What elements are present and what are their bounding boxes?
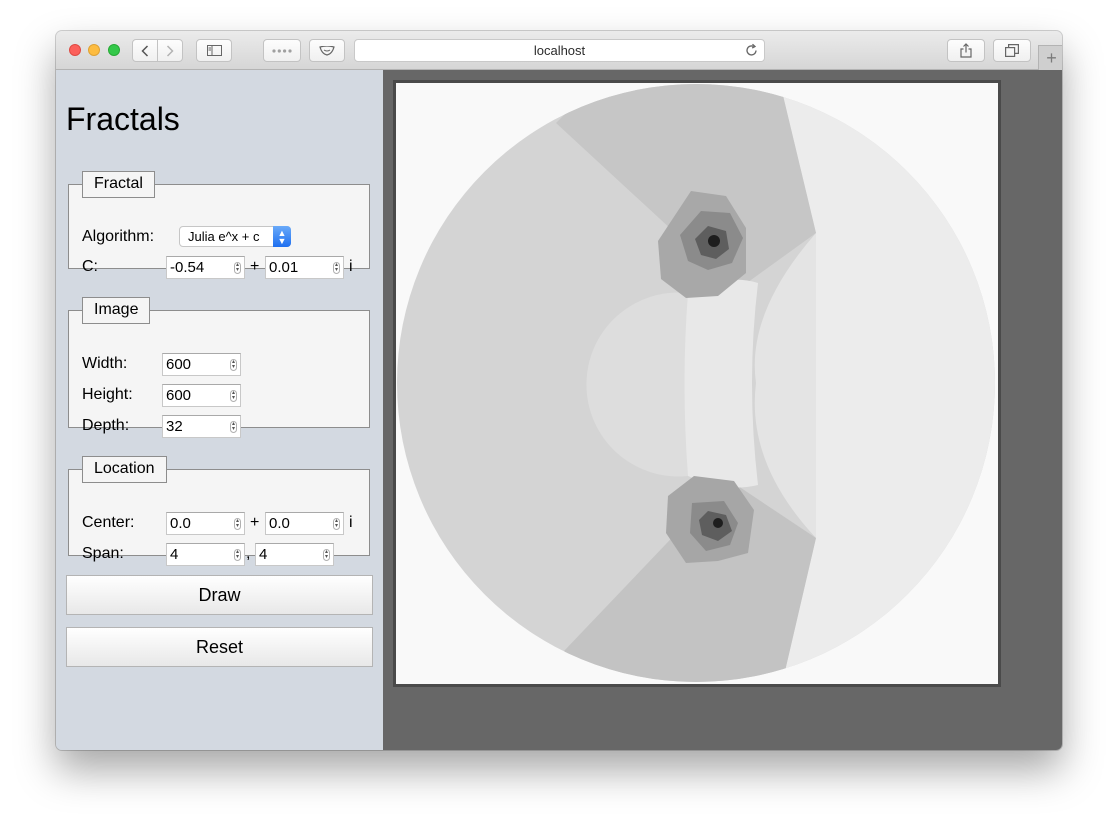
control-sidebar: Fractals Fractal Algorithm: Julia e^x + … xyxy=(56,70,383,750)
location-group: Location Center: 0.0 ▴ ▾ + 0.0 ▴ ▾ i Span:… xyxy=(68,456,370,566)
plus-sign: + xyxy=(250,258,260,275)
fractal-spiral-bottom-core xyxy=(713,518,723,528)
share-icon xyxy=(960,43,972,58)
sidebar-icon xyxy=(206,45,222,56)
algorithm-select-value: Julia e^x + c xyxy=(188,229,260,244)
c-real-input[interactable]: -0.54 ▴ ▾ xyxy=(166,256,245,279)
maximize-window-button[interactable] xyxy=(108,44,120,56)
fractal-spiral-top-core xyxy=(708,235,720,247)
depth-label: Depth: xyxy=(82,417,130,434)
plus-icon: + xyxy=(1046,47,1057,68)
imaginary-suffix: i xyxy=(349,514,353,531)
draw-button[interactable]: Draw xyxy=(66,575,373,615)
height-row: Height: xyxy=(82,384,133,406)
share-button[interactable] xyxy=(947,39,985,62)
span-x-value: 4 xyxy=(170,546,179,563)
span-x-input[interactable]: 4 ▴ ▾ xyxy=(166,543,245,566)
reset-button-label: Reset xyxy=(195,636,244,657)
stepper-icon[interactable]: ▴ ▾ xyxy=(234,549,241,561)
c-label: C: xyxy=(82,258,98,275)
image-group: Image Width: 600 ▴ ▾ Height: 600 ▴ ▾ Depth… xyxy=(68,297,370,438)
browser-window: localhost + Fractals Fractal Algorithm: … xyxy=(56,31,1062,750)
location-legend: Location xyxy=(82,456,167,483)
center-label: Center: xyxy=(82,514,135,531)
extensions-button[interactable] xyxy=(263,39,301,62)
show-tabs-button[interactable] xyxy=(993,39,1031,62)
span-row: Span: xyxy=(82,543,124,565)
comma-separator: , xyxy=(246,545,251,562)
center-imag-input[interactable]: 0.0 ▴ ▾ xyxy=(265,512,344,535)
c-row: C: xyxy=(82,256,98,278)
width-row: Width: xyxy=(82,353,127,375)
width-label: Width: xyxy=(82,355,128,372)
height-input[interactable]: 600 ▴ ▾ xyxy=(162,384,241,407)
width-input[interactable]: 600 ▴ ▾ xyxy=(162,353,241,376)
span-y-value: 4 xyxy=(259,546,268,563)
browser-toolbar: localhost + xyxy=(56,31,1062,70)
stepper-icon[interactable]: ▴ ▾ xyxy=(230,359,237,371)
canvas-area xyxy=(383,70,1062,750)
depth-row: Depth: xyxy=(82,415,129,437)
page-title: Fractals xyxy=(66,101,180,137)
image-legend: Image xyxy=(82,297,151,324)
stepper-icon[interactable]: ▴ ▾ xyxy=(333,262,340,274)
algorithm-row: Algorithm: xyxy=(82,226,154,248)
stepper-icon[interactable]: ▴ ▾ xyxy=(234,262,241,274)
center-imag-value: 0.0 xyxy=(269,515,290,532)
sidebar-toggle-button[interactable] xyxy=(196,39,232,62)
imaginary-suffix: i xyxy=(349,258,353,275)
center-row: Center: xyxy=(82,512,134,534)
chevron-right-icon xyxy=(166,44,174,57)
algorithm-label: Algorithm: xyxy=(82,228,155,245)
c-imag-value: 0.01 xyxy=(269,259,299,276)
stepper-icon[interactable]: ▴ ▾ xyxy=(230,421,237,433)
plus-sign: + xyxy=(250,514,260,531)
stepper-icon[interactable]: ▴ ▾ xyxy=(234,518,241,530)
reload-icon[interactable] xyxy=(744,43,759,58)
fractal-canvas-frame xyxy=(393,80,1001,687)
c-imag-input[interactable]: 0.01 ▴ ▾ xyxy=(265,256,344,279)
ellipsis-icon xyxy=(272,48,292,53)
fractal-legend: Fractal xyxy=(82,171,155,198)
stepper-icon[interactable]: ▴ ▾ xyxy=(323,549,330,561)
new-tab-button[interactable]: + xyxy=(1038,45,1062,70)
width-value: 600 xyxy=(166,356,192,373)
stepper-icon[interactable]: ▴ ▾ xyxy=(333,518,340,530)
depth-input[interactable]: 32 ▴ ▾ xyxy=(162,415,241,438)
height-value: 600 xyxy=(166,387,192,404)
stepper-icon[interactable]: ▴ ▾ xyxy=(230,390,237,402)
reset-button[interactable]: Reset xyxy=(66,627,373,667)
c-real-value: -0.54 xyxy=(170,259,205,276)
depth-value: 32 xyxy=(166,418,183,435)
shield-icon xyxy=(319,45,335,56)
select-arrows-icon: ▲ ▼ xyxy=(273,226,291,247)
minimize-window-button[interactable] xyxy=(88,44,100,56)
tabs-icon xyxy=(1005,44,1019,57)
center-real-input[interactable]: 0.0 ▴ ▾ xyxy=(166,512,245,535)
fractal-group: Fractal Algorithm: Julia e^x + c ▲ ▼ C: -… xyxy=(68,171,370,279)
fractal-inner-bulb-right xyxy=(684,279,758,488)
back-button[interactable] xyxy=(132,39,158,62)
privacy-button[interactable] xyxy=(309,39,345,62)
height-label: Height: xyxy=(82,386,133,403)
chevron-left-icon xyxy=(141,44,149,57)
forward-button[interactable] xyxy=(157,39,183,62)
algorithm-select[interactable]: Julia e^x + c ▲ ▼ xyxy=(179,226,291,247)
span-label: Span: xyxy=(82,545,124,562)
draw-button-label: Draw xyxy=(198,584,241,605)
url-text: localhost xyxy=(533,43,586,58)
fractal-canvas[interactable] xyxy=(396,83,998,684)
address-bar[interactable]: localhost xyxy=(354,39,765,62)
span-y-input[interactable]: 4 ▴ ▾ xyxy=(255,543,334,566)
center-real-value: 0.0 xyxy=(170,515,191,532)
close-window-button[interactable] xyxy=(69,44,81,56)
